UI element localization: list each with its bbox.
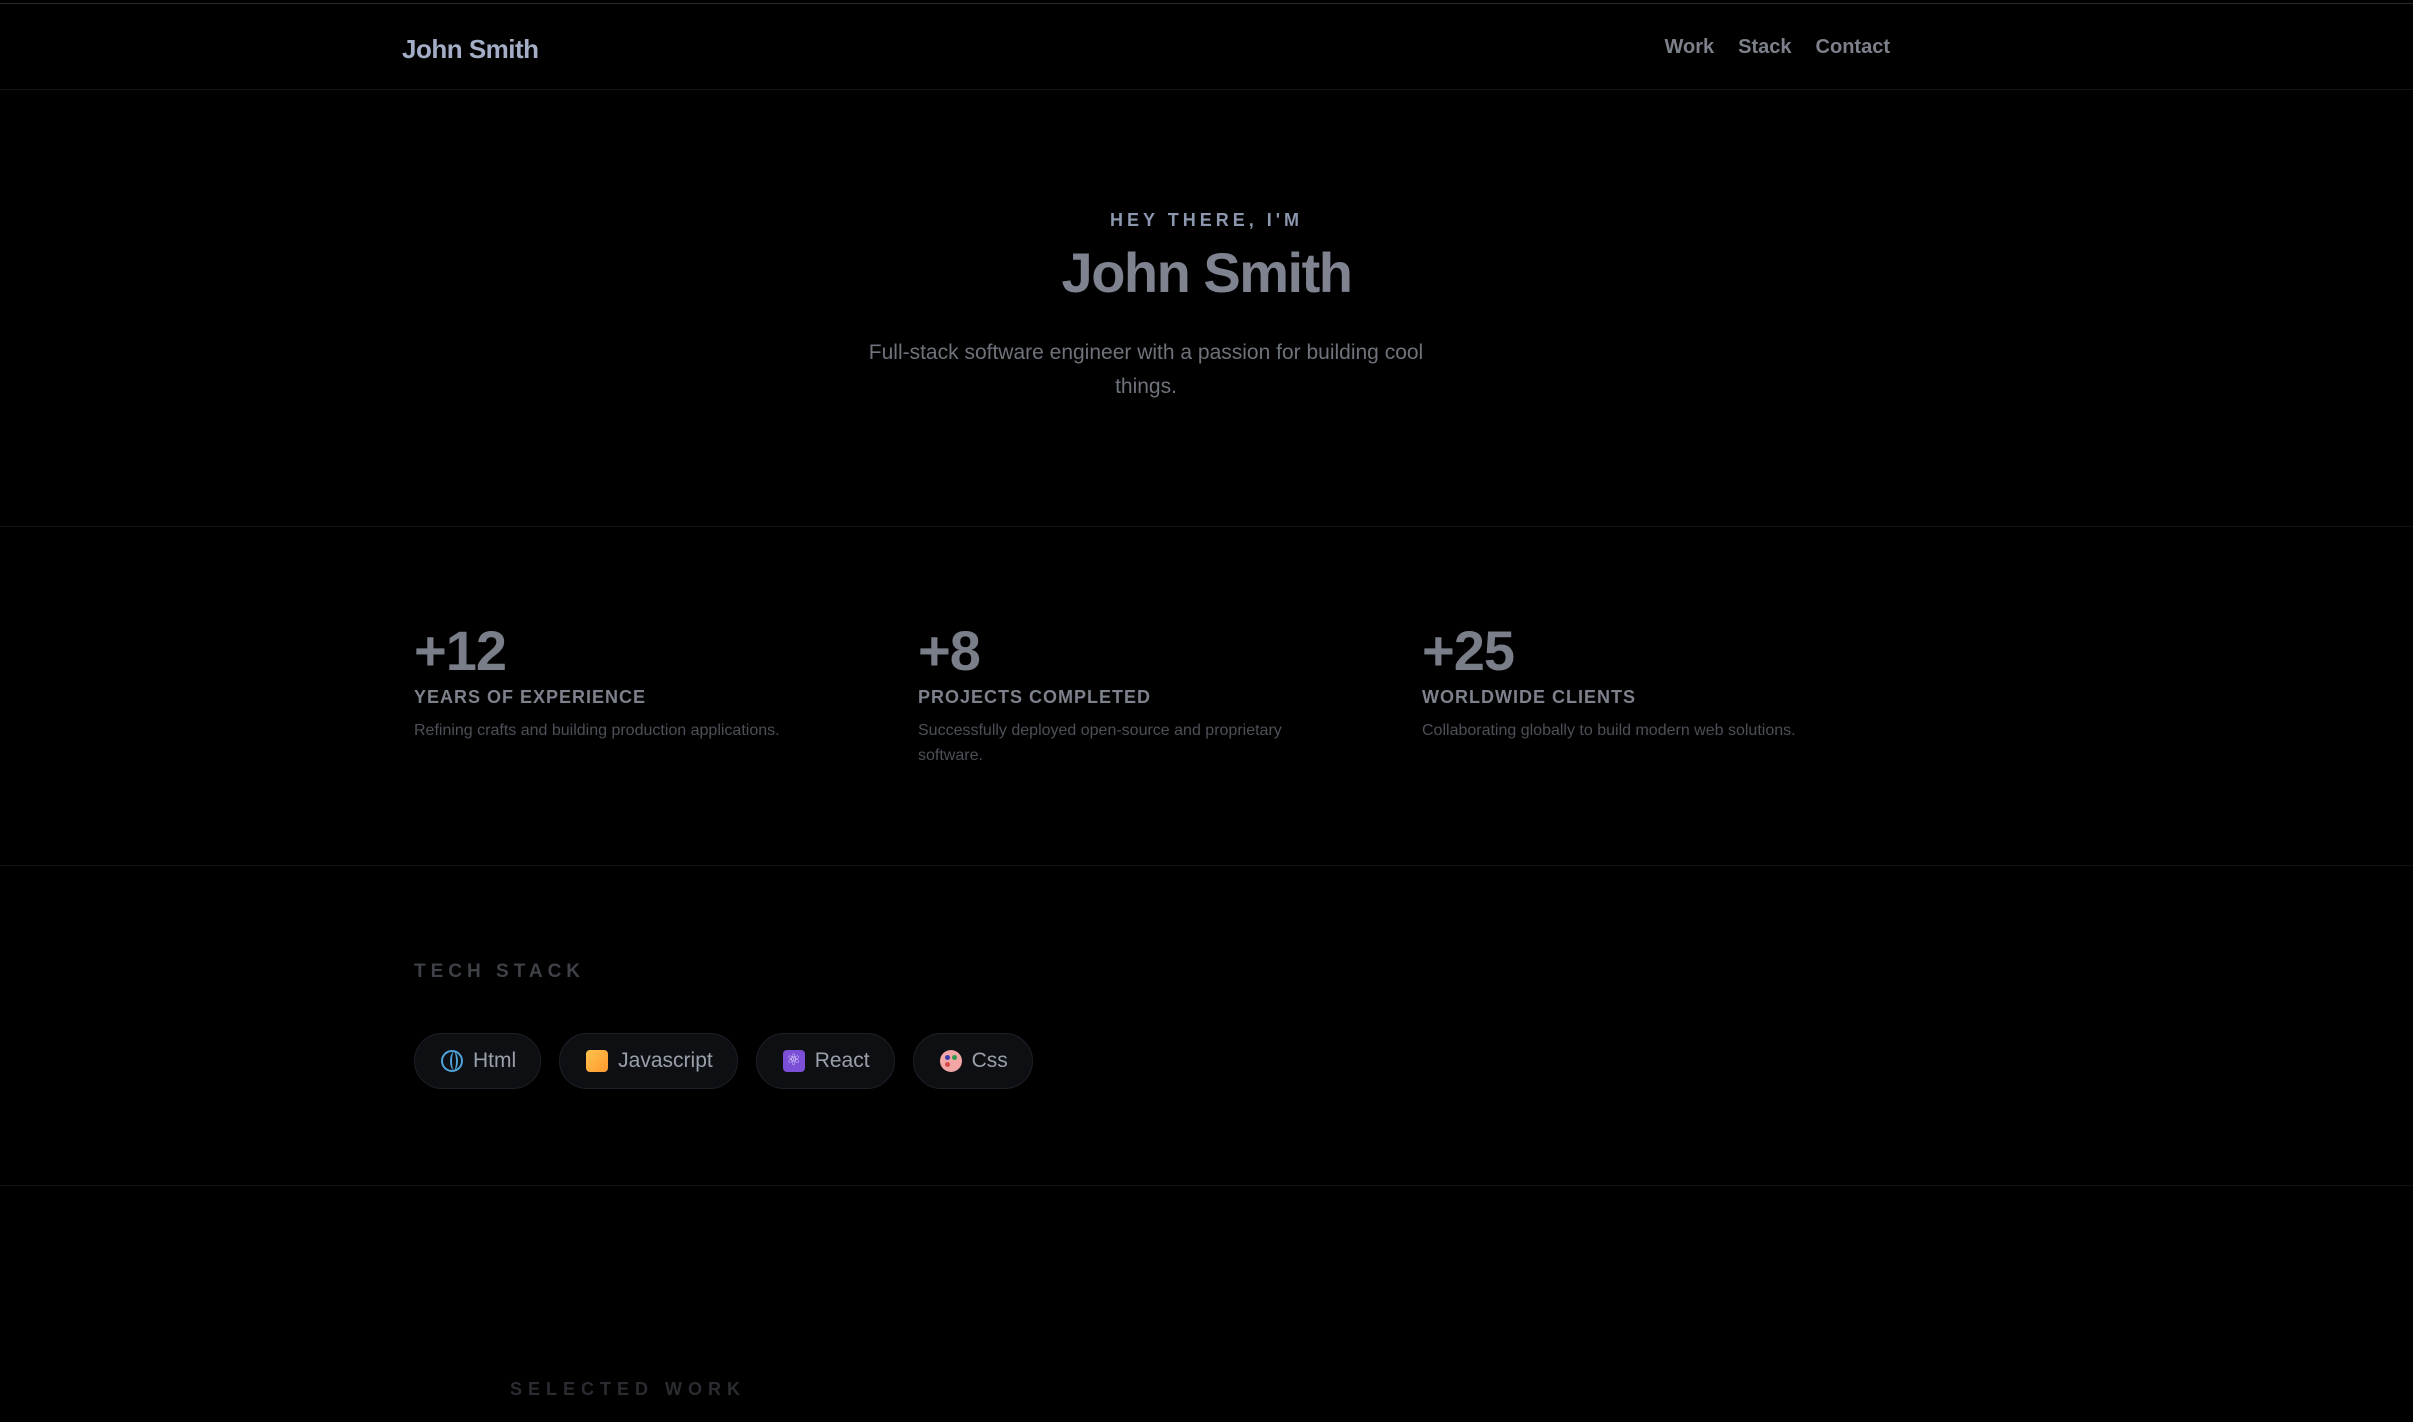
hero-subtitle: Full-stack software engineer with a pass… xyxy=(868,341,1424,398)
stat-description: Collaborating globally to build modern w… xyxy=(1422,722,1796,739)
stat-clients: +25 WORLDWIDE CLIENTS Collaborating glob… xyxy=(1422,621,1882,743)
nav-link-work[interactable]: Work xyxy=(1665,36,1715,59)
chip-label: Css xyxy=(971,1049,1008,1072)
brand-logo[interactable]: John Smith xyxy=(402,34,539,65)
stat-description: Refining crafts and building production … xyxy=(414,722,780,739)
atom-icon: ⚛ xyxy=(782,1050,805,1072)
tech-chips: Html Javascript ⚛ React Css xyxy=(414,1033,1033,1089)
hero-title: John Smith xyxy=(1061,241,1353,304)
chip-label: Html xyxy=(473,1049,517,1072)
navbar: John Smith Work Stack Contact xyxy=(0,4,2413,90)
orange-square-icon xyxy=(586,1050,609,1072)
chip-react[interactable]: ⚛ React xyxy=(755,1033,895,1089)
selected-work-title: SELECTED WORK xyxy=(510,1379,747,1399)
stat-projects: +8 PROJECTS COMPLETED Successfully deplo… xyxy=(918,621,1348,768)
stat-label: PROJECTS COMPLETED xyxy=(918,687,1152,707)
chip-label: React xyxy=(814,1049,870,1072)
stat-experience: +12 YEARS OF EXPERIENCE Refining crafts … xyxy=(414,621,854,743)
globe-icon xyxy=(441,1050,463,1072)
tech-stack-title: TECH STACK xyxy=(414,961,586,982)
stat-value: +12 xyxy=(414,619,507,682)
nav-links: Work Stack Contact xyxy=(1665,36,1890,59)
chip-label: Javascript xyxy=(618,1049,713,1072)
stat-value: +25 xyxy=(1422,619,1515,682)
stat-label: YEARS OF EXPERIENCE xyxy=(414,687,647,707)
hero-eyebrow: HEY THERE, I'M xyxy=(1110,210,1303,230)
stats-section: +12 YEARS OF EXPERIENCE Refining crafts … xyxy=(0,527,2413,866)
stat-description: Successfully deployed open-source and pr… xyxy=(918,722,1282,764)
chip-html[interactable]: Html xyxy=(414,1033,542,1089)
stat-label: WORLDWIDE CLIENTS xyxy=(1422,687,1636,707)
tech-stack-section: TECH STACK Html Javascript ⚛ React Css xyxy=(0,866,2413,1186)
stat-value: +8 xyxy=(918,619,981,682)
nav-link-contact[interactable]: Contact xyxy=(1816,36,1890,59)
nav-link-stack[interactable]: Stack xyxy=(1738,36,1791,59)
hero-section: HEY THERE, I'M John Smith Full-stack sof… xyxy=(0,90,2413,527)
chip-javascript[interactable]: Javascript xyxy=(559,1033,738,1089)
chip-css[interactable]: Css xyxy=(912,1033,1033,1089)
palette-icon xyxy=(939,1050,962,1072)
